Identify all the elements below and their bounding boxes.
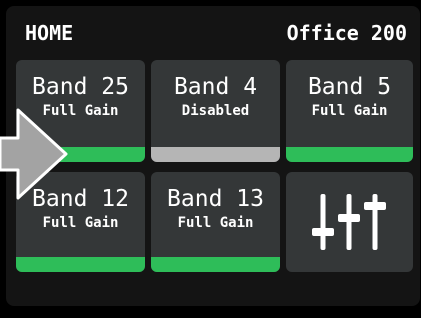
status-bar	[151, 147, 280, 162]
band-tile-13[interactable]: Band 13 Full Gain	[151, 172, 280, 272]
touch-screen: HOME Office 200 Band 25 Full Gain Band 4…	[6, 6, 420, 306]
status-bar	[151, 257, 280, 272]
band-name: Band 12	[32, 186, 129, 212]
status-bar	[286, 147, 413, 162]
band-status: Full Gain	[177, 215, 254, 231]
band-name: Band 25	[32, 74, 129, 100]
band-name: Band 13	[167, 186, 264, 212]
location-label: Office 200	[286, 21, 407, 45]
band-name: Band 5	[307, 74, 392, 100]
status-bar	[16, 147, 145, 162]
band-status: Full Gain	[42, 215, 119, 231]
band-name: Band 4	[173, 74, 258, 100]
band-tile-12[interactable]: Band 12 Full Gain	[16, 172, 145, 272]
equalizer-sliders-icon	[312, 194, 386, 250]
band-tile-4[interactable]: Band 4 Disabled	[151, 60, 280, 162]
settings-tile[interactable]	[286, 172, 413, 272]
band-status: Disabled	[181, 103, 250, 119]
band-tile-5[interactable]: Band 5 Full Gain	[286, 60, 413, 162]
status-bar	[16, 257, 145, 272]
band-status: Full Gain	[311, 103, 388, 119]
page-title: HOME	[25, 21, 74, 45]
band-status: Full Gain	[42, 103, 119, 119]
band-tile-25[interactable]: Band 25 Full Gain	[16, 60, 145, 162]
